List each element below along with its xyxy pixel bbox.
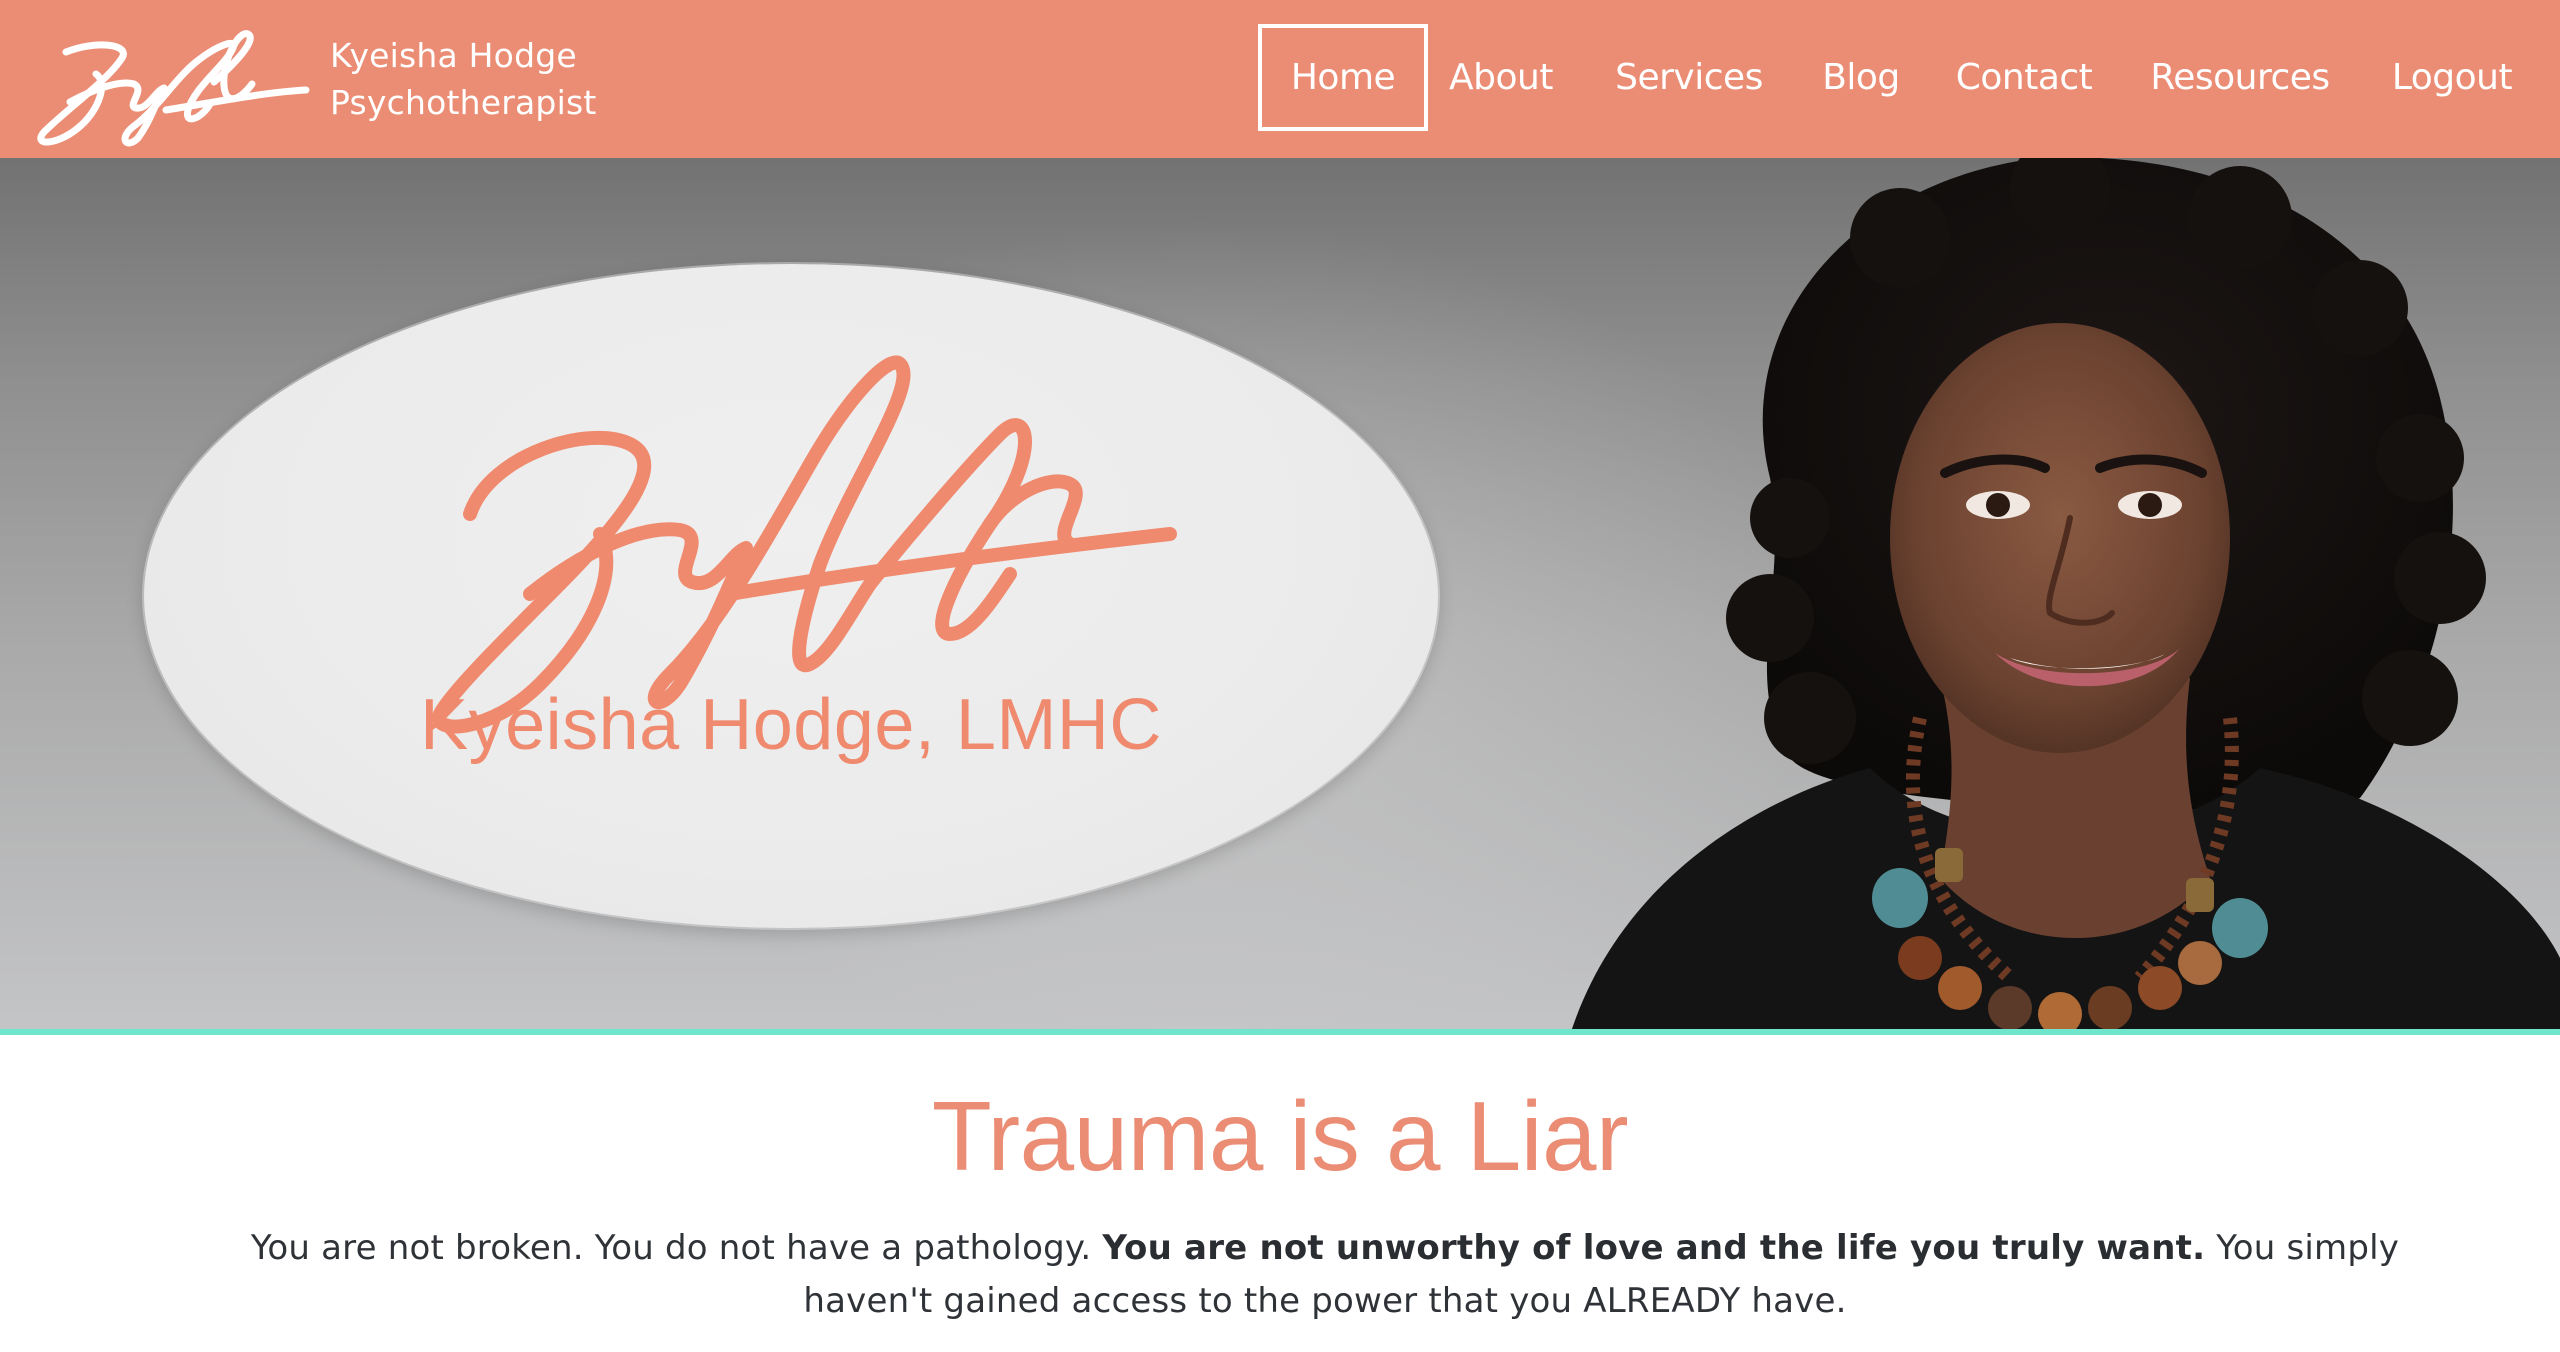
hero-banner: Kyeisha Hodge, LMHC xyxy=(0,158,2560,1035)
nav-item-logout[interactable]: Logout xyxy=(2382,24,2522,131)
nav-item-label: Resources xyxy=(2150,57,2330,98)
hero-oval-caption: Kyeisha Hodge, LMHC xyxy=(420,685,1162,765)
page-title: Trauma is a Liar xyxy=(931,1081,1629,1191)
nav-item-services[interactable]: Services xyxy=(1610,24,1768,131)
page: Kyeisha Hodge Psychotherapist Home About… xyxy=(0,0,2560,1352)
hero-accent-line xyxy=(0,1029,2560,1035)
brand-name-line1: Kyeisha Hodge xyxy=(330,36,577,75)
nav-item-label: Home xyxy=(1290,57,1396,98)
brand-name-line2: Psychotherapist xyxy=(330,83,597,122)
intro-paragraph: You are not broken. You do not have a pa… xyxy=(220,1222,2430,1328)
intro-text-part1: You are not broken. You do not have a pa… xyxy=(250,1228,1103,1268)
nav-item-home[interactable]: Home xyxy=(1258,24,1428,131)
nav-item-contact[interactable]: Contact xyxy=(1954,24,2094,131)
hero-logo-oval: Kyeisha Hodge, LMHC xyxy=(144,264,1438,928)
intro-text-bold: You are not unworthy of love and the lif… xyxy=(1102,1228,2206,1268)
portrait-photo-icon xyxy=(1570,158,2560,1035)
nav-item-label: Blog xyxy=(1822,57,1900,98)
nav-item-about[interactable]: About xyxy=(1442,24,1560,131)
nav-item-label: About xyxy=(1449,57,1553,98)
brand-name: Kyeisha Hodge Psychotherapist xyxy=(330,32,596,126)
site-header: Kyeisha Hodge Psychotherapist Home About… xyxy=(0,0,2560,158)
nav-item-label: Logout xyxy=(2391,57,2513,98)
main-nav: Home About Services Blog Contact Resourc… xyxy=(1258,0,2560,158)
nav-item-blog[interactable]: Blog xyxy=(1816,24,1906,131)
nav-item-resources[interactable]: Resources xyxy=(2144,24,2336,131)
nav-item-label: Services xyxy=(1615,57,1763,98)
signature-logo-icon xyxy=(37,30,310,147)
nav-item-label: Contact xyxy=(1955,57,2093,98)
